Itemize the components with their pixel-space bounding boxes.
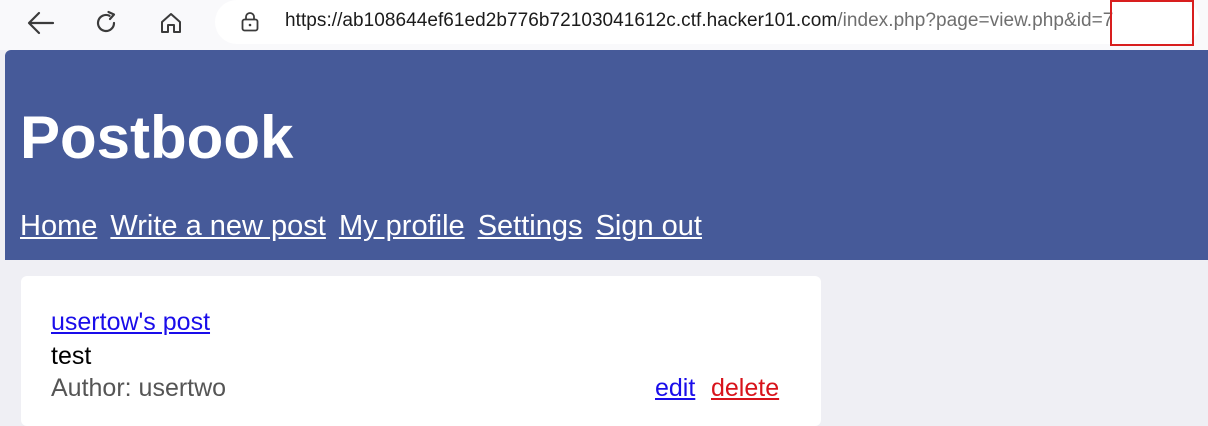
home-button[interactable] — [154, 8, 188, 38]
nav-sign-out[interactable]: Sign out — [596, 210, 702, 242]
post-title-link[interactable]: usertow's post — [51, 308, 210, 337]
reload-button[interactable] — [89, 8, 123, 38]
site-header: Postbook Home Write a new post My profil… — [5, 50, 1208, 260]
post-body: test — [51, 342, 92, 370]
nav-write-post[interactable]: Write a new post — [110, 210, 325, 242]
nav-home[interactable]: Home — [20, 210, 97, 242]
main-nav: Home Write a new post My profile Setting… — [20, 210, 707, 243]
arrow-left-icon — [27, 11, 55, 35]
site-title: Postbook — [20, 104, 294, 171]
url-path: /index.php?page=view.php&id=7 — [837, 10, 1114, 31]
url-host: https://ab108644ef61ed2b776b72103041612c… — [285, 10, 838, 31]
address-bar[interactable]: https://ab108644ef61ed2b776b72103041612c… — [215, 0, 1200, 44]
highlight-box — [1110, 0, 1194, 46]
post-card: usertow's post test Author: usertwo edit… — [21, 276, 821, 426]
url-text[interactable]: https://ab108644ef61ed2b776b72103041612c… — [285, 10, 1113, 32]
lock-icon — [241, 12, 259, 32]
edit-link[interactable]: edit — [655, 374, 695, 403]
browser-toolbar: https://ab108644ef61ed2b776b72103041612c… — [0, 0, 1208, 50]
delete-link[interactable]: delete — [711, 374, 779, 403]
home-icon — [161, 13, 181, 33]
back-button[interactable] — [24, 8, 58, 38]
post-author: Author: usertwo — [51, 374, 227, 402]
reload-icon — [96, 10, 116, 33]
nav-my-profile[interactable]: My profile — [339, 210, 465, 242]
nav-settings[interactable]: Settings — [478, 210, 583, 242]
